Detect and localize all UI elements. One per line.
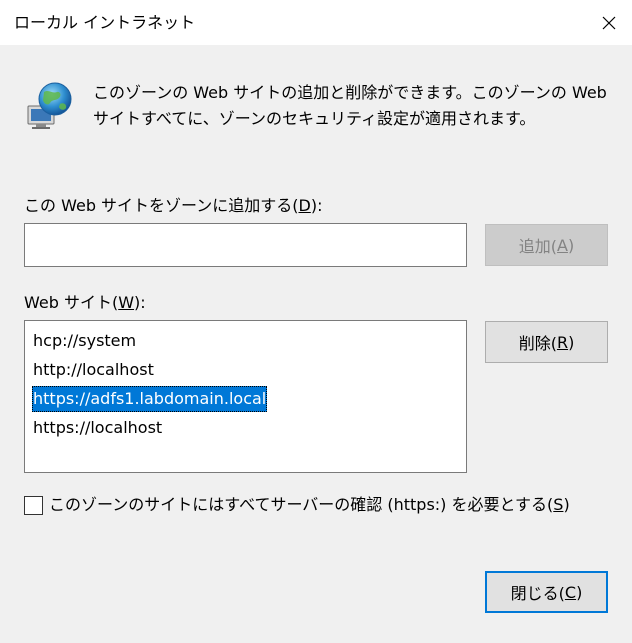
websites-listbox[interactable]: hcp://system http://localhost https://ad… [24,320,467,473]
window-title: ローカル イントラネット [14,13,196,32]
require-https-checkbox[interactable] [24,495,43,515]
require-https-label[interactable]: このゾーンのサイトにはすべてサーバーの確認 (https:) を必要とする(S) [49,494,570,516]
add-site-label: この Web サイトをゾーンに追加する(D): [24,196,323,215]
dialog-window: ローカル イントラネット このゾーンの Web サイトの追加と削除ができます。こ… [0,0,632,643]
list-item[interactable]: http://localhost [25,355,466,384]
globe-computer-icon [27,82,72,129]
intro-description: このゾーンの Web サイトの追加と削除ができます。このゾーンの Web サイト… [93,83,607,128]
add-site-input[interactable] [24,223,467,267]
list-item[interactable]: hcp://system [25,326,466,355]
close-icon [602,16,616,29]
remove-button[interactable]: 削除(R) [485,321,608,363]
websites-label: Web サイト(W): [24,293,146,312]
close-window-button[interactable] [586,0,632,45]
add-button[interactable]: 追加(A) [485,224,608,266]
list-item[interactable]: https://localhost [25,413,466,442]
list-item-selected[interactable]: https://adfs1.labdomain.local [25,384,466,413]
title-bar[interactable]: ローカル イントラネット [0,0,632,45]
require-https-option[interactable]: このゾーンのサイトにはすべてサーバーの確認 (https:) を必要とする(S) [24,494,570,516]
close-button[interactable]: 閉じる(C) [485,571,608,613]
